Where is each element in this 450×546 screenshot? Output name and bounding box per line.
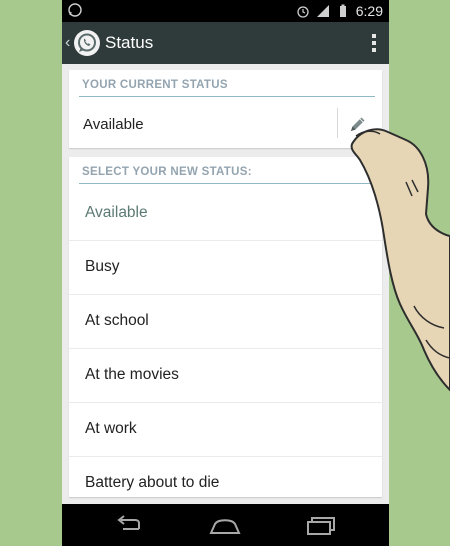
status-option-label: Available xyxy=(85,204,148,221)
status-option-at-work[interactable]: At work xyxy=(69,403,382,457)
section-divider xyxy=(79,96,375,97)
status-option-label: At the movies xyxy=(85,366,179,383)
status-option-busy[interactable]: Busy xyxy=(69,241,382,295)
signal-icon xyxy=(316,5,329,17)
page-title: Status xyxy=(105,33,154,52)
status-option-label: Battery about to die xyxy=(85,474,220,491)
status-option-available[interactable]: Available xyxy=(69,187,382,241)
home-icon[interactable] xyxy=(209,514,241,536)
back-chevron-icon[interactable]: ‹ xyxy=(65,34,70,52)
select-status-card: SELECT YOUR NEW STATUS: Available Busy A… xyxy=(69,157,382,497)
back-icon[interactable] xyxy=(113,514,145,536)
recent-apps-icon[interactable] xyxy=(305,514,337,536)
battery-icon xyxy=(339,4,346,17)
alarm-icon xyxy=(297,6,309,18)
status-option-label: At work xyxy=(85,420,137,437)
status-option-at-school[interactable]: At school xyxy=(69,295,382,349)
select-status-header: SELECT YOUR NEW STATUS: xyxy=(82,166,252,178)
overflow-menu-icon[interactable] xyxy=(371,34,377,54)
edit-pencil-icon[interactable] xyxy=(348,114,368,134)
whatsapp-notification-icon xyxy=(68,3,82,17)
status-option-label: At school xyxy=(85,312,149,329)
action-bar: ‹ Status xyxy=(62,22,389,64)
current-status-card: YOUR CURRENT STATUS Available xyxy=(69,70,382,148)
clock: 6:29 xyxy=(355,3,383,19)
current-status-header: YOUR CURRENT STATUS xyxy=(82,79,228,91)
navigation-bar xyxy=(62,504,389,546)
status-option-at-the-movies[interactable]: At the movies xyxy=(69,349,382,403)
vertical-divider xyxy=(337,108,338,138)
section-divider xyxy=(79,183,375,184)
current-status-value: Available xyxy=(83,116,144,133)
status-option-battery-about-to-die[interactable]: Battery about to die xyxy=(69,457,382,510)
whatsapp-logo-icon[interactable] xyxy=(73,29,101,57)
status-option-label: Busy xyxy=(85,258,120,275)
status-list: Available Busy At school At the movies A… xyxy=(69,187,382,510)
phone-screen: 6:29 ‹ Status YOUR CURRENT STATUS Availa… xyxy=(62,0,389,546)
status-bar: 6:29 xyxy=(62,0,389,22)
